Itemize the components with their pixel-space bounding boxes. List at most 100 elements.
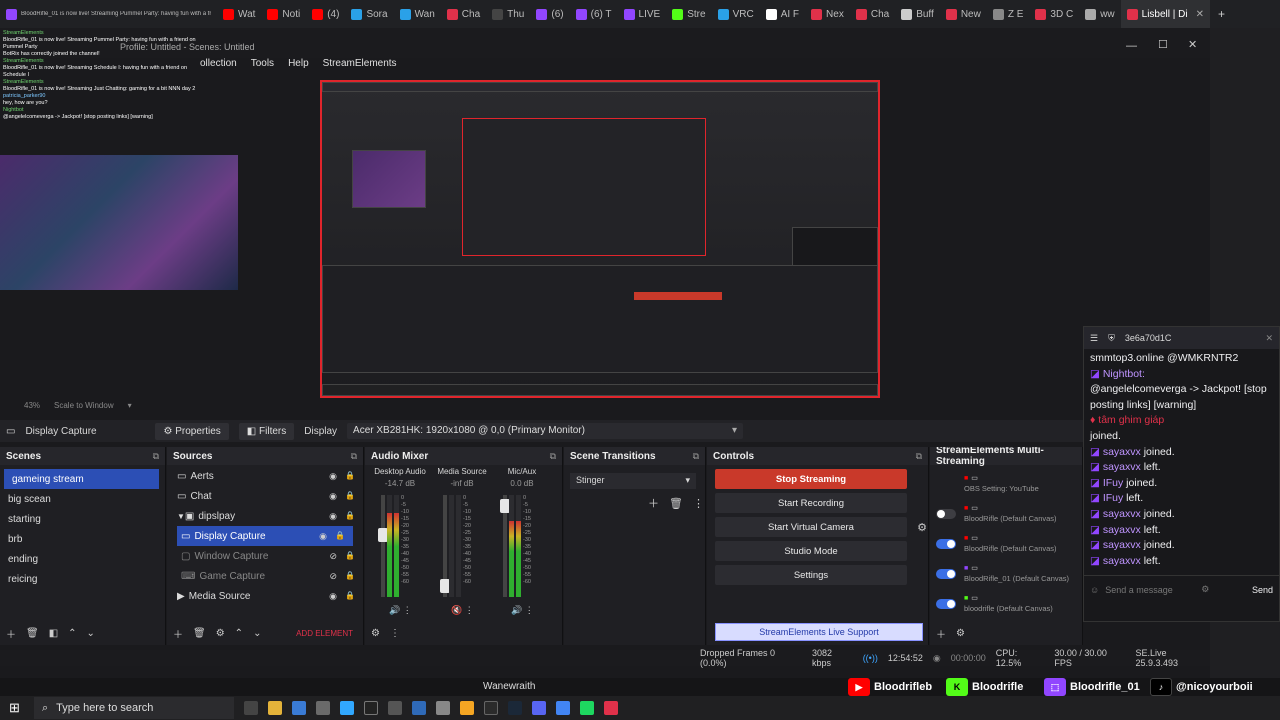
gear-icon[interactable]: ⚙ <box>956 628 965 639</box>
explorer-icon[interactable] <box>268 701 282 715</box>
volume-fader[interactable] <box>500 495 510 597</box>
close-icon[interactable]: ✕ <box>1196 9 1204 20</box>
new-tab-icon[interactable]: + <box>1210 7 1233 21</box>
source-item[interactable]: ▭ Aerts ◉ 🔒 <box>167 466 363 486</box>
gear-icon[interactable]: ⚙ <box>216 628 225 639</box>
browser-tab[interactable]: ww <box>1079 0 1120 28</box>
scale-mode[interactable]: Scale to Window <box>54 401 114 415</box>
scene-item[interactable]: gameing stream <box>4 469 159 489</box>
properties-button[interactable]: ⚙ Properties <box>155 422 229 440</box>
add-icon[interactable]: ＋ <box>648 495 659 511</box>
browser-tab[interactable]: Buff <box>895 0 940 28</box>
chat-input[interactable]: Send a message <box>1105 585 1195 595</box>
store-icon[interactable] <box>292 701 306 715</box>
close-icon[interactable]: ✕ <box>1265 333 1273 344</box>
display-select[interactable]: Acer XB281HK: 1920x1080 @ 0,0 (Primary M… <box>347 423 744 439</box>
browser-tab[interactable]: BloodRifle_01 is now live! Streaming Pum… <box>0 0 217 28</box>
obs-icon[interactable] <box>388 701 402 715</box>
photoshop-icon[interactable] <box>340 701 354 715</box>
down-arrow-icon[interactable]: ⌄ <box>253 628 261 639</box>
source-item[interactable]: ▭ Display Capture ◉ 🔒 <box>177 526 353 546</box>
lock-icon[interactable]: 🔒 <box>345 571 355 582</box>
menu-item[interactable]: StreamElements <box>323 58 397 74</box>
gear-icon[interactable]: ⚙ <box>371 628 380 639</box>
more-icon[interactable]: ⋮ <box>465 605 474 615</box>
taskbar-search[interactable]: ⌕ Type here to search <box>34 697 234 719</box>
dock-float-icon[interactable]: ⧉ <box>916 451 922 462</box>
app-icon[interactable] <box>460 701 474 715</box>
eye-icon[interactable]: ◉ <box>329 511 337 522</box>
browser-tab[interactable]: Lisbell | Di ✕ <box>1120 0 1210 28</box>
dock-float-icon[interactable]: ⧉ <box>351 451 357 462</box>
browser-tab[interactable]: (6) <box>530 0 569 28</box>
lock-icon[interactable]: 🔒 <box>345 591 355 602</box>
task-view-icon[interactable] <box>244 701 258 715</box>
browser-tab[interactable]: Noti <box>261 0 306 28</box>
browser-tab[interactable]: LIVE <box>618 0 667 28</box>
muted-speaker-icon[interactable]: 🔇 <box>451 605 465 615</box>
up-arrow-icon[interactable]: ⌃ <box>235 628 243 639</box>
source-item[interactable]: ▶ Media Source ◉ 🔒 <box>167 586 363 606</box>
eye-hidden-icon[interactable]: ⊘ <box>329 551 337 562</box>
start-virtual-camera-button[interactable]: Start Virtual Camera ⚙ <box>715 517 927 537</box>
streamelements-support-button[interactable]: StreamElements Live Support <box>715 623 923 641</box>
spotify-icon[interactable] <box>580 701 594 715</box>
source-item[interactable]: ▭ Chat ◉ 🔒 <box>167 486 363 506</box>
up-arrow-icon[interactable]: ⌃ <box>68 628 76 639</box>
steam-icon[interactable] <box>508 701 522 715</box>
menu-icon[interactable]: ☰ <box>1090 333 1098 344</box>
volume-fader[interactable] <box>378 495 388 597</box>
eye-icon[interactable]: ◉ <box>329 471 337 482</box>
browser-tab[interactable]: Nex <box>805 0 850 28</box>
maximize-icon[interactable]: ☐ <box>1158 38 1168 51</box>
add-icon[interactable]: ＋ <box>6 626 16 641</box>
preview-canvas[interactable] <box>320 80 880 398</box>
settings-button[interactable]: Settings <box>715 565 907 585</box>
start-recording-button[interactable]: Start Recording <box>715 493 907 513</box>
scene-item[interactable]: ending <box>0 549 165 569</box>
lock-icon[interactable]: 🔒 <box>345 551 355 562</box>
source-item[interactable]: ▢ Window Capture ⊘ 🔒 <box>167 546 363 566</box>
more-icon[interactable]: ⋮ <box>693 497 704 510</box>
browser-tab[interactable]: AI F <box>760 0 805 28</box>
browser-tab[interactable]: New <box>940 0 987 28</box>
dock-float-icon[interactable]: ⧉ <box>550 451 556 462</box>
browser-tab[interactable]: Thu <box>486 0 530 28</box>
eye-icon[interactable]: ◉ <box>329 591 337 602</box>
app-icon[interactable] <box>484 701 498 715</box>
windows-start-icon[interactable]: ⊞ <box>9 700 20 716</box>
browser-tab[interactable]: VRC <box>712 0 760 28</box>
speaker-icon[interactable]: 🔊 <box>389 605 403 615</box>
settings-icon[interactable]: ⚙ <box>1201 584 1209 595</box>
lock-icon[interactable]: 🔒 <box>335 531 345 542</box>
browser-tab[interactable]: Stre <box>666 0 711 28</box>
more-icon[interactable]: ⋮ <box>403 605 412 615</box>
browser-tab[interactable]: Z E <box>987 0 1030 28</box>
shield-icon[interactable]: ⛨ <box>1108 333 1115 344</box>
emote-icon[interactable]: ☺ <box>1090 585 1099 595</box>
gear-icon[interactable]: ⚙ <box>917 521 927 534</box>
eye-icon[interactable]: ◉ <box>329 491 337 502</box>
eye-icon[interactable]: ◉ <box>319 531 327 542</box>
filters-button[interactable]: ◧ Filters <box>238 422 295 440</box>
add-icon[interactable]: ＋ <box>173 626 183 641</box>
menu-item[interactable]: Help <box>288 58 309 74</box>
browser-tab[interactable]: Wat <box>217 0 261 28</box>
app-icon[interactable] <box>604 701 618 715</box>
eye-hidden-icon[interactable]: ⊘ <box>329 571 337 582</box>
studio-mode-button[interactable]: Studio Mode <box>715 541 907 561</box>
chevron-down-icon[interactable]: ▾ <box>128 401 132 415</box>
browser-tab[interactable]: Cha <box>850 0 895 28</box>
chrome-icon[interactable] <box>556 701 570 715</box>
browser-tab[interactable]: 3D C <box>1029 0 1079 28</box>
add-icon[interactable]: ＋ <box>936 626 946 641</box>
app-icon[interactable] <box>364 701 378 715</box>
speaker-icon[interactable]: 🔊 <box>511 605 525 615</box>
browser-tab[interactable]: (4) <box>306 0 345 28</box>
stop-streaming-button[interactable]: Stop Streaming <box>715 469 907 489</box>
zoom-level[interactable]: 43% <box>24 401 40 415</box>
trash-icon[interactable]: 🗑 <box>669 497 683 510</box>
stream-toggle[interactable] <box>936 539 956 549</box>
stream-toggle[interactable] <box>936 569 956 579</box>
app-icon[interactable] <box>436 701 450 715</box>
